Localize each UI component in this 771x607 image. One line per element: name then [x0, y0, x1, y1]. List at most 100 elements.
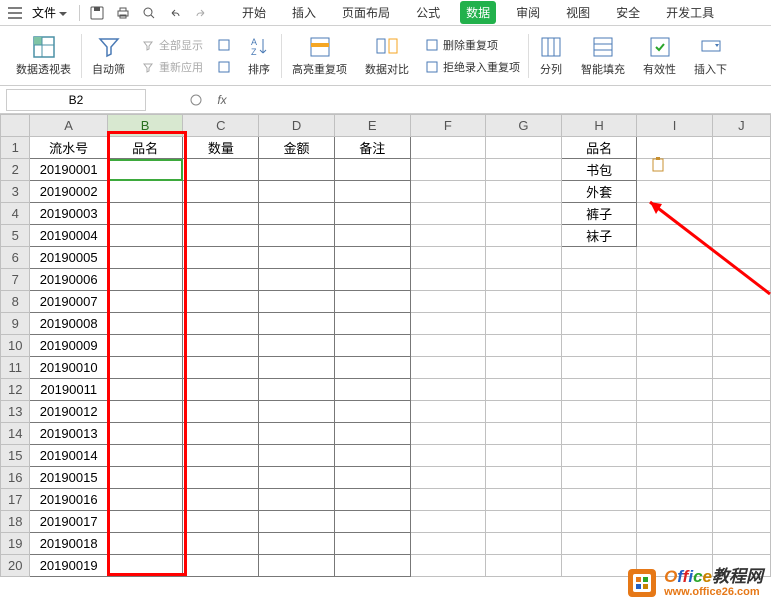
row-header[interactable]: 12 [1, 379, 30, 401]
cell[interactable] [637, 511, 712, 533]
cell[interactable]: 20190011 [30, 379, 107, 401]
cell[interactable] [637, 313, 712, 335]
cell[interactable] [712, 203, 770, 225]
row-header[interactable]: 5 [1, 225, 30, 247]
print-preview-button[interactable] [138, 2, 160, 24]
save-button[interactable] [86, 2, 108, 24]
cell[interactable] [561, 379, 637, 401]
cell[interactable] [410, 225, 486, 247]
cell[interactable] [107, 291, 183, 313]
delete-dup-button[interactable]: 删除重复项 [425, 35, 520, 55]
cell[interactable] [410, 555, 486, 577]
tab-start[interactable]: 开始 [236, 1, 272, 24]
cell[interactable] [486, 445, 562, 467]
cell[interactable] [486, 335, 562, 357]
cell[interactable] [259, 159, 335, 181]
col-header-C[interactable]: C [183, 115, 259, 137]
cell[interactable] [183, 379, 259, 401]
cell[interactable] [712, 445, 770, 467]
cell[interactable] [259, 555, 335, 577]
cell[interactable] [712, 225, 770, 247]
cell[interactable] [183, 533, 259, 555]
cell[interactable] [410, 159, 486, 181]
cell[interactable]: 20190015 [30, 467, 107, 489]
row-header[interactable]: 8 [1, 291, 30, 313]
app-menu-icon[interactable] [8, 6, 22, 20]
insert-dropdown-button[interactable]: 插入下 [686, 30, 735, 82]
cell[interactable] [410, 511, 486, 533]
row-header[interactable]: 3 [1, 181, 30, 203]
cell[interactable] [637, 467, 712, 489]
cell[interactable]: 20190012 [30, 401, 107, 423]
highlight-dup-button[interactable]: 高亮重复项 [284, 30, 355, 82]
cell[interactable]: 20190006 [30, 269, 107, 291]
cell[interactable] [107, 489, 183, 511]
cell[interactable] [334, 181, 410, 203]
cell[interactable]: 20190001 [30, 159, 107, 181]
cell[interactable] [183, 203, 259, 225]
cell[interactable] [183, 159, 259, 181]
cell[interactable] [410, 181, 486, 203]
spreadsheet-grid[interactable]: A B C D E F G H I J 1 流水号 品名 数量 金额 备注 品名… [0, 114, 771, 577]
cell[interactable] [107, 467, 183, 489]
cell[interactable] [637, 137, 712, 159]
tab-data[interactable]: 数据 [460, 1, 496, 24]
cell[interactable]: 20190009 [30, 335, 107, 357]
row-header[interactable]: 6 [1, 247, 30, 269]
cell[interactable] [637, 533, 712, 555]
cell[interactable] [183, 247, 259, 269]
cell[interactable] [486, 555, 562, 577]
cell[interactable]: 20190019 [30, 555, 107, 577]
data-compare-button[interactable]: 数据对比 [357, 30, 417, 82]
cell[interactable] [561, 357, 637, 379]
cell[interactable] [637, 159, 712, 181]
cell[interactable] [561, 291, 637, 313]
row-header[interactable]: 13 [1, 401, 30, 423]
cell[interactable] [561, 511, 637, 533]
cell[interactable] [486, 423, 562, 445]
advanced1-button[interactable] [217, 35, 231, 55]
cell[interactable] [259, 401, 335, 423]
cell[interactable] [107, 181, 183, 203]
cell[interactable] [637, 335, 712, 357]
cell[interactable] [259, 313, 335, 335]
cell[interactable] [183, 555, 259, 577]
cell[interactable]: 外套 [561, 181, 637, 203]
cell[interactable]: 20190008 [30, 313, 107, 335]
cell[interactable] [712, 511, 770, 533]
col-header-E[interactable]: E [334, 115, 410, 137]
cell[interactable] [486, 269, 562, 291]
tab-layout[interactable]: 页面布局 [336, 1, 396, 24]
cell[interactable] [334, 533, 410, 555]
advanced2-button[interactable] [217, 57, 231, 77]
col-header-A[interactable]: A [30, 115, 107, 137]
cell[interactable] [712, 335, 770, 357]
undo-button[interactable] [164, 2, 186, 24]
cell[interactable] [637, 445, 712, 467]
cell[interactable]: 20190002 [30, 181, 107, 203]
fx-icon[interactable]: fx [212, 90, 232, 110]
cell[interactable] [183, 291, 259, 313]
cell[interactable] [486, 467, 562, 489]
name-box[interactable]: B2 [6, 89, 146, 111]
cell[interactable]: 数量 [183, 137, 259, 159]
cell[interactable] [712, 291, 770, 313]
cell[interactable] [183, 423, 259, 445]
cell[interactable] [712, 401, 770, 423]
cell[interactable] [637, 247, 712, 269]
cell[interactable]: 品名 [561, 137, 637, 159]
cell[interactable] [410, 379, 486, 401]
cell[interactable] [259, 203, 335, 225]
cell[interactable] [259, 181, 335, 203]
cell[interactable] [259, 423, 335, 445]
cell[interactable] [107, 533, 183, 555]
cell[interactable] [712, 247, 770, 269]
cell[interactable] [712, 181, 770, 203]
cell[interactable] [107, 445, 183, 467]
row-header[interactable]: 2 [1, 159, 30, 181]
cell[interactable] [107, 511, 183, 533]
cell[interactable] [183, 225, 259, 247]
cell[interactable] [183, 401, 259, 423]
cell[interactable]: 20190003 [30, 203, 107, 225]
cell[interactable] [410, 313, 486, 335]
